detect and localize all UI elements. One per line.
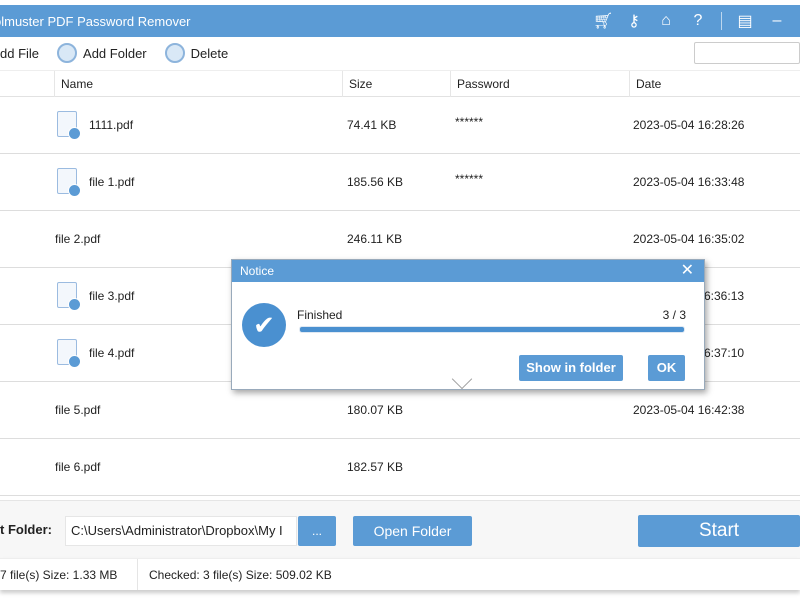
column-date[interactable]: Date — [629, 71, 661, 97]
delete-button[interactable]: Delete — [164, 43, 229, 63]
dialog-count: 3 / 3 — [662, 308, 686, 322]
dialog-title: Notice — [240, 264, 275, 278]
browse-button[interactable]: ... — [298, 516, 336, 546]
table-row[interactable]: file 5.pdf 180.07 KB 2023-05-04 16:42:38 — [0, 382, 800, 439]
trash-icon — [164, 43, 185, 63]
delete-label: Delete — [190, 45, 229, 61]
file-date: 6:36:13 — [704, 289, 745, 303]
locked-pdf-icon — [57, 339, 81, 368]
file-size: 185.56 KB — [347, 175, 404, 189]
column-password[interactable]: Password — [450, 71, 510, 97]
column-size[interactable]: Size — [342, 71, 372, 97]
table-row[interactable]: file 6.pdf 182.57 KB — [0, 439, 800, 496]
app-title: olmuster PDF Password Remover — [0, 13, 191, 29]
file-password: ****** — [455, 172, 484, 186]
progress-bar — [299, 326, 685, 333]
file-name: file 3.pdf — [89, 289, 135, 303]
column-name[interactable]: Name — [54, 71, 93, 97]
file-date: 2023-05-04 16:42:38 — [633, 403, 745, 417]
cart-icon[interactable]: 🛒︎ — [593, 11, 613, 31]
toolbar: dd File Add Folder Delete — [0, 38, 800, 68]
table-row[interactable]: 1111.pdf 74.41 KB ****** 2023-05-04 16:2… — [0, 97, 800, 154]
show-in-folder-button[interactable]: Show in folder — [519, 355, 623, 381]
file-size: 182.57 KB — [347, 460, 404, 474]
output-panel: t Folder: C:\Users\Administrator\Dropbox… — [0, 500, 800, 558]
checked-status: Checked: 3 file(s) Size: 509.02 KB — [149, 568, 332, 582]
status-bar: 7 file(s) Size: 1.33 MB Checked: 3 file(… — [0, 558, 800, 590]
file-date: 2023-05-04 16:33:48 — [633, 175, 745, 189]
file-date: 6:37:10 — [704, 346, 745, 360]
file-name: file 1.pdf — [89, 175, 135, 189]
key-icon[interactable]: ⚷ — [625, 11, 643, 31]
add-file-button[interactable]: dd File — [0, 46, 39, 61]
total-status: 7 file(s) Size: 1.33 MB — [0, 568, 118, 582]
table-header: Name Size Password Date — [0, 70, 800, 97]
file-date: 2023-05-04 16:28:26 — [633, 118, 745, 132]
add-folder-label: Add Folder — [83, 45, 147, 61]
add-file-label: dd File — [0, 45, 40, 61]
start-button[interactable]: Start — [638, 515, 800, 547]
minimize-icon[interactable]: – — [768, 12, 786, 30]
folder-icon — [57, 43, 78, 63]
table-row[interactable]: file 1.pdf 185.56 KB ****** 2023-05-04 1… — [0, 154, 800, 211]
ok-button[interactable]: OK — [648, 355, 685, 381]
file-name: 1111.pdf — [89, 118, 134, 132]
dialog-status: Finished — [297, 308, 343, 322]
open-folder-button[interactable]: Open Folder — [353, 516, 472, 546]
close-icon[interactable]: ✕ — [681, 260, 694, 282]
feedback-icon[interactable]: ▤ — [736, 11, 754, 31]
locked-pdf-icon — [57, 168, 81, 197]
chevron-down-icon[interactable] — [451, 368, 473, 390]
title-bar: olmuster PDF Password Remover 🛒︎ ⚷ ⌂ ? ▤… — [0, 5, 800, 37]
help-icon[interactable]: ? — [689, 12, 707, 30]
home-icon[interactable]: ⌂ — [657, 12, 675, 30]
dialog-header: Notice ✕ — [232, 260, 704, 282]
progress-fill — [300, 327, 684, 332]
locked-pdf-icon — [57, 282, 81, 311]
file-password: ****** — [455, 115, 484, 129]
search-input[interactable] — [694, 42, 800, 64]
output-path-input[interactable]: C:\Users\Administrator\Dropbox\My I — [65, 516, 297, 546]
file-name: file 2.pdf — [55, 232, 101, 246]
file-name: file 6.pdf — [55, 460, 101, 474]
output-folder-label: t Folder: — [0, 522, 52, 537]
file-size: 74.41 KB — [347, 118, 397, 132]
checkmark-icon: ✔ — [242, 303, 286, 347]
file-size: 180.07 KB — [347, 403, 404, 417]
locked-pdf-icon — [57, 111, 81, 140]
file-name: file 4.pdf — [89, 346, 135, 360]
file-name: file 5.pdf — [55, 403, 101, 417]
notice-dialog: Notice ✕ ✔ Finished 3 / 3 Show in folder… — [231, 259, 705, 390]
divider — [721, 12, 722, 30]
add-folder-button[interactable]: Add Folder — [57, 43, 147, 63]
